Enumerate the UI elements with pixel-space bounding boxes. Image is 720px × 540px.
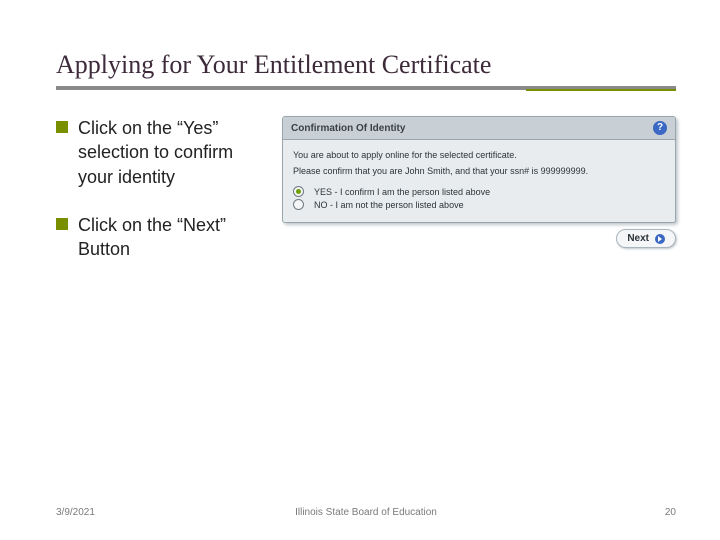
page-title: Applying for Your Entitlement Certificat… (56, 50, 676, 80)
bullet-text: Click on the “Yes” selection to confirm … (78, 116, 266, 189)
panel-header: Confirmation Of Identity ? (283, 117, 675, 140)
radio-label: YES - I confirm I am the person listed a… (314, 187, 490, 197)
bullet-list: Click on the “Yes” selection to confirm … (56, 116, 266, 285)
confirmation-panel: Confirmation Of Identity ? You are about… (282, 116, 676, 223)
radio-icon (293, 199, 304, 210)
next-button[interactable]: Next (616, 229, 676, 248)
footer-org: Illinois State Board of Education (295, 507, 437, 518)
radio-label: NO - I am not the person listed above (314, 200, 464, 210)
next-button-row: Next (282, 229, 676, 248)
footer-page-number: 20 (665, 507, 676, 518)
footer: 3/9/2021 Illinois State Board of Educati… (56, 507, 676, 518)
radio-option-yes[interactable]: YES - I confirm I am the person listed a… (293, 186, 665, 197)
list-item: Click on the “Yes” selection to confirm … (56, 116, 266, 189)
list-item: Click on the “Next” Button (56, 213, 266, 262)
panel-title-text: Confirmation Of Identity (291, 123, 405, 134)
bullet-icon (56, 218, 68, 230)
panel-paragraph: Please confirm that you are John Smith, … (293, 166, 665, 176)
slide: Applying for Your Entitlement Certificat… (0, 0, 720, 540)
panel-paragraph: You are about to apply online for the se… (293, 150, 665, 160)
bullet-icon (56, 121, 68, 133)
radio-option-no[interactable]: NO - I am not the person listed above (293, 199, 665, 210)
next-button-label: Next (627, 233, 649, 244)
body: Click on the “Yes” selection to confirm … (56, 116, 676, 285)
title-rule (56, 86, 676, 90)
help-icon[interactable]: ? (653, 121, 667, 135)
radio-icon (293, 186, 304, 197)
arrow-right-icon (655, 234, 665, 244)
screenshot-panel-wrap: Confirmation Of Identity ? You are about… (282, 116, 676, 248)
radio-group: YES - I confirm I am the person listed a… (293, 186, 665, 210)
footer-date: 3/9/2021 (56, 507, 95, 518)
bullet-text: Click on the “Next” Button (78, 213, 266, 262)
panel-body: You are about to apply online for the se… (283, 140, 675, 222)
